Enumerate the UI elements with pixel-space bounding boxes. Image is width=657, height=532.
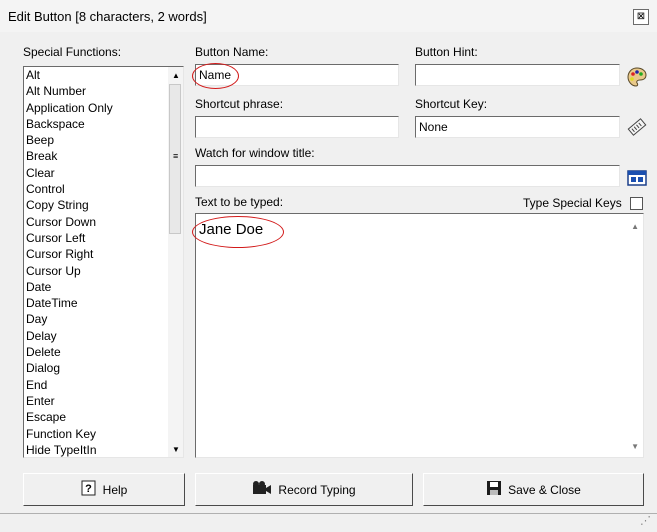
list-item[interactable]: Cursor Up xyxy=(24,263,183,279)
grip-icon: ≡ xyxy=(173,151,179,161)
list-item[interactable]: Clear xyxy=(24,165,183,181)
record-typing-label: Record Typing xyxy=(278,482,356,497)
text-to-type-label: Text to be typed: xyxy=(195,195,284,209)
list-item[interactable]: Dialog xyxy=(24,360,183,376)
list-item[interactable]: Cursor Down xyxy=(24,214,183,230)
list-item[interactable]: Delete xyxy=(24,344,183,360)
type-special-keys-checkbox[interactable] xyxy=(630,197,643,210)
list-item[interactable]: Delay xyxy=(24,328,183,344)
shortcut-key-label: Shortcut Key: xyxy=(415,97,488,111)
type-special-keys-label: Type Special Keys xyxy=(523,196,622,210)
shortcut-key-value: None xyxy=(419,120,448,134)
list-item[interactable]: Beep xyxy=(24,132,183,148)
annotation-circle xyxy=(192,216,284,248)
special-functions-list[interactable]: Alt Alt Number Application Only Backspace Be… xyxy=(23,66,184,458)
list-item[interactable]: Escape xyxy=(24,409,183,425)
status-bar xyxy=(0,513,657,532)
camera-icon xyxy=(252,480,272,499)
list-item[interactable]: End xyxy=(24,377,183,393)
list-item[interactable]: Cursor Left xyxy=(24,230,183,246)
list-item[interactable]: Backspace xyxy=(24,116,183,132)
help-button[interactable]: ? Help xyxy=(23,473,185,506)
list-item[interactable]: Date xyxy=(24,279,183,295)
close-icon[interactable]: ⊠ xyxy=(633,9,649,25)
palette-icon[interactable] xyxy=(626,66,648,88)
shortcut-phrase-label: Shortcut phrase: xyxy=(195,97,284,111)
annotation-circle xyxy=(192,63,239,89)
list-scrollbar[interactable]: ▲ ≡ ▼ xyxy=(168,67,183,457)
window-title-field[interactable] xyxy=(195,165,620,187)
list-item[interactable]: Alt xyxy=(24,67,183,83)
record-typing-button[interactable]: Record Typing xyxy=(195,473,413,506)
window-picker-icon[interactable] xyxy=(626,167,648,189)
list-item[interactable]: Day xyxy=(24,311,183,327)
resize-grip-icon[interactable]: ⋰ xyxy=(640,514,651,527)
list-item[interactable]: Alt Number xyxy=(24,83,183,99)
list-item[interactable]: Control xyxy=(24,181,183,197)
svg-text:?: ? xyxy=(85,483,92,495)
list-item[interactable]: Application Only xyxy=(24,100,183,116)
text-scroll-up-icon[interactable]: ▲ xyxy=(631,222,639,231)
scroll-thumb[interactable]: ≡ xyxy=(169,84,181,234)
list-item[interactable]: Cursor Right xyxy=(24,246,183,262)
button-name-label: Button Name: xyxy=(195,45,269,59)
list-item[interactable]: Enter xyxy=(24,393,183,409)
list-item[interactable]: DateTime xyxy=(24,295,183,311)
shortcut-key-field[interactable]: None xyxy=(415,116,620,138)
save-close-button[interactable]: Save & Close xyxy=(423,473,644,506)
window-title-label: Watch for window title: xyxy=(195,146,315,160)
shortcut-phrase-field[interactable] xyxy=(195,116,399,138)
keyboard-icon[interactable] xyxy=(626,116,648,138)
scroll-down-icon[interactable]: ▼ xyxy=(172,445,180,454)
save-close-label: Save & Close xyxy=(508,482,581,497)
help-icon: ? xyxy=(81,480,97,499)
dialog-title: Edit Button [8 characters, 2 words] xyxy=(8,9,207,24)
list-item[interactable]: Hide TypeItIn xyxy=(24,442,183,457)
special-functions-label: Special Functions: xyxy=(23,45,122,59)
list-items: Alt Alt Number Application Only Backspace Be… xyxy=(24,67,183,457)
button-hint-field[interactable] xyxy=(415,64,620,86)
help-label: Help xyxy=(102,482,128,497)
list-item[interactable]: Copy String xyxy=(24,197,183,213)
list-item[interactable]: Function Key xyxy=(24,426,183,442)
button-hint-label: Button Hint: xyxy=(415,45,478,59)
scroll-up-icon[interactable]: ▲ xyxy=(172,71,180,80)
list-item[interactable]: Break xyxy=(24,148,183,164)
text-scroll-down-icon[interactable]: ▼ xyxy=(631,442,639,451)
text-to-type-area[interactable]: Jane Doe ▲ ▼ xyxy=(195,213,644,458)
floppy-disk-icon xyxy=(486,480,502,499)
